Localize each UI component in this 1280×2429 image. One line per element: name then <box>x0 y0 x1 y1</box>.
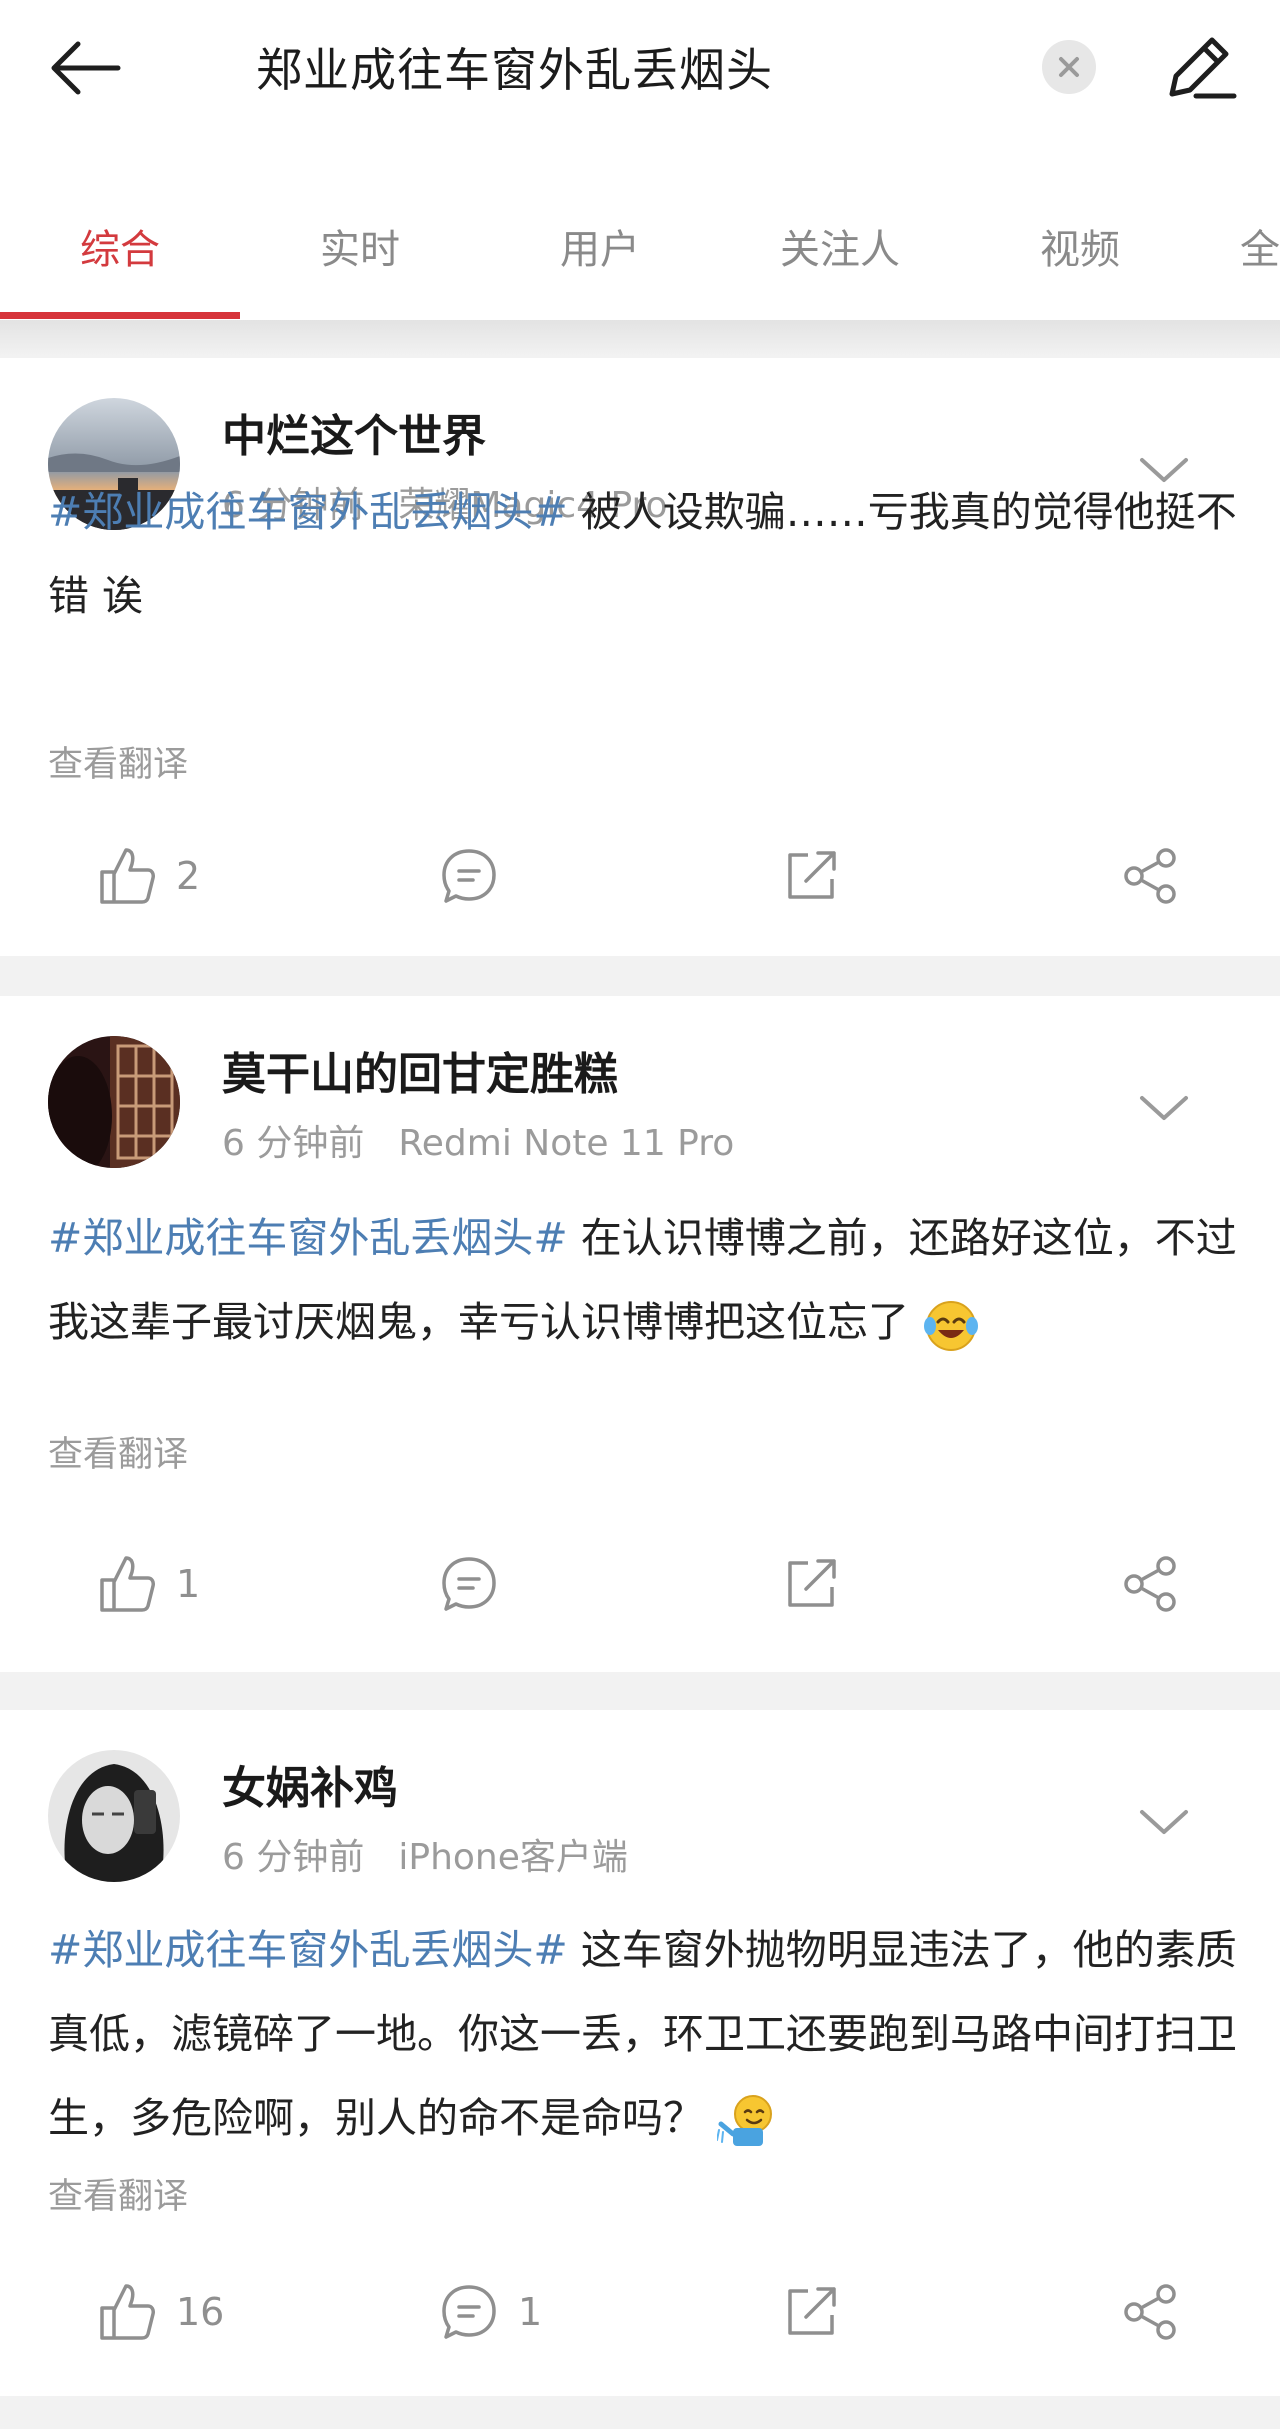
share-button[interactable] <box>1120 2272 1180 2352</box>
tab-video[interactable]: 视频 <box>1040 217 1120 275</box>
post-content: #郑业成往车窗外乱丢烟头# 被人设欺骗……亏我真的觉得他挺不错 诶 <box>48 470 1238 638</box>
like-count: 1 <box>176 1562 201 1606</box>
hashtag-link[interactable]: #郑业成往车窗外乱丢烟头# <box>48 1214 568 1262</box>
post-time: 6 分钟前 <box>222 1837 365 1878</box>
clear-search-button[interactable] <box>1042 40 1096 94</box>
post-source: iPhone客户端 <box>398 1837 628 1878</box>
tab-users[interactable]: 用户 <box>560 217 640 275</box>
active-tab-indicator <box>0 312 240 319</box>
avatar[interactable] <box>48 1036 180 1168</box>
tab-realtime[interactable]: 实时 <box>320 217 400 275</box>
comment-icon <box>442 2285 496 2339</box>
post-meta: 6 分钟前 Redmi Note 11 Pro <box>222 1114 734 1166</box>
watering-can-emoji-icon <box>716 2092 775 2150</box>
post-content: #郑业成往车窗外乱丢烟头# 在认识博博之前，还路好这位，不过我这辈子最讨厌烟鬼，… <box>48 1196 1238 1364</box>
chevron-down-icon[interactable] <box>1136 1088 1192 1128</box>
comment-icon <box>442 849 496 903</box>
post-time: 6 分钟前 <box>222 1123 365 1164</box>
thumbs-up-icon <box>100 848 155 904</box>
share-button[interactable] <box>1120 1544 1180 1624</box>
username[interactable]: 中烂这个世界 <box>222 400 486 464</box>
tab-bar: 综合 实时 用户 关注人 视频 全 <box>0 195 1280 320</box>
username[interactable]: 莫干山的回甘定胜糕 <box>222 1038 618 1102</box>
tab-all[interactable]: 综合 <box>80 217 160 275</box>
like-count: 16 <box>176 2290 225 2334</box>
avatar[interactable] <box>48 1750 180 1882</box>
hashtag-link[interactable]: #郑业成往车窗外乱丢烟头# <box>48 488 568 536</box>
translate-link[interactable]: 查看翻译 <box>48 1426 188 1477</box>
username[interactable]: 女娲补鸡 <box>222 1752 398 1816</box>
chevron-down-icon[interactable] <box>1136 1802 1192 1842</box>
repost-button[interactable] <box>782 2272 840 2352</box>
post-card: 中烂这个世界 6 分钟前 荣耀Magic4 Pro #郑业成往车窗外乱丢烟头# 被… <box>0 358 1280 956</box>
action-bar: 16 1 <box>0 2272 1280 2352</box>
like-button[interactable]: 1 <box>98 1544 200 1624</box>
repost-button[interactable] <box>782 1544 840 1624</box>
hashtag-link[interactable]: #郑业成往车窗外乱丢烟头# <box>48 1926 568 1974</box>
back-arrow-icon[interactable] <box>48 28 148 108</box>
tab-more[interactable]: 全 <box>1240 217 1280 275</box>
translate-link[interactable]: 查看翻译 <box>48 2168 188 2219</box>
like-count: 2 <box>176 854 201 898</box>
post-content: #郑业成往车窗外乱丢烟头# 这车窗外抛物明显违法了，他的素质真低，滤镜碎了一地。… <box>48 1908 1238 2160</box>
post-source: Redmi Note 11 Pro <box>398 1123 735 1164</box>
top-bar: 郑业成往车窗外乱丢烟头 综合 实时 用户 关注人 视频 全 <box>0 0 1280 320</box>
post-card: 女娲补鸡 6 分钟前 iPhone客户端 #郑业成往车窗外乱丢烟头# 这车窗外抛物… <box>0 1710 1280 2396</box>
share-button[interactable] <box>1120 836 1180 916</box>
post-meta: 6 分钟前 iPhone客户端 <box>222 1828 628 1880</box>
divider <box>0 320 1280 356</box>
share-icon <box>1124 848 1176 904</box>
action-bar: 2 <box>0 836 1280 916</box>
thumbs-up-icon <box>100 2284 155 2340</box>
comment-button[interactable] <box>440 836 518 916</box>
share-icon <box>1124 2284 1176 2340</box>
like-button[interactable]: 16 <box>98 2272 224 2352</box>
repost-button[interactable] <box>782 836 840 916</box>
search-query[interactable]: 郑业成往车窗外乱丢烟头 <box>256 34 773 100</box>
translate-link[interactable]: 查看翻译 <box>48 736 188 787</box>
edit-pencil-icon[interactable] <box>1160 30 1240 110</box>
comment-count: 1 <box>518 2290 543 2334</box>
tab-following[interactable]: 关注人 <box>780 217 900 275</box>
comment-icon <box>442 1557 496 1611</box>
close-icon <box>1059 57 1079 77</box>
repost-icon <box>788 851 836 899</box>
thumbs-up-icon <box>100 1556 155 1612</box>
action-bar: 1 <box>0 1544 1280 1624</box>
repost-icon <box>788 2287 836 2335</box>
share-icon <box>1124 1556 1176 1612</box>
comment-button[interactable]: 1 <box>440 2272 542 2352</box>
post-card: 莫干山的回甘定胜糕 6 分钟前 Redmi Note 11 Pro #郑业成往车窗… <box>0 996 1280 1672</box>
laughing-crying-emoji-icon <box>922 1296 980 1354</box>
like-button[interactable]: 2 <box>98 836 200 916</box>
comment-button[interactable] <box>440 1544 518 1624</box>
repost-icon <box>788 1559 836 1607</box>
